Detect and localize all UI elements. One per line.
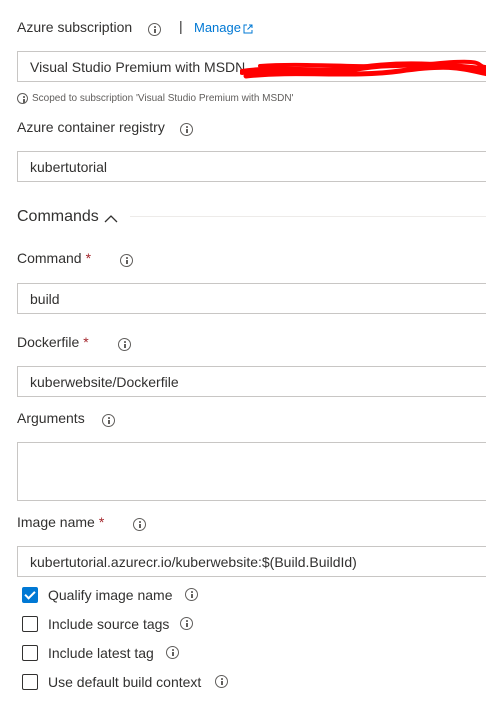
include-source-tags-info-icon[interactable] [180, 617, 193, 630]
image-name-input[interactable]: kubertutorial.azurecr.io/kuberwebsite:$(… [17, 546, 486, 577]
required-mark: * [98, 514, 105, 530]
arguments-label: Arguments [17, 410, 85, 426]
command-value: build [30, 291, 60, 307]
command-select[interactable]: build [17, 283, 486, 314]
subscription-select[interactable]: Visual Studio Premium with MSDN [17, 51, 486, 82]
command-label-text: Command [17, 250, 82, 266]
qualify-image-name-checkbox[interactable] [22, 587, 38, 603]
use-default-build-context-info-icon[interactable] [215, 675, 228, 688]
required-mark: * [83, 334, 89, 350]
include-latest-tag-info-icon[interactable] [166, 646, 179, 659]
qualify-image-name-info-icon[interactable] [185, 588, 198, 601]
use-default-build-context-checkbox[interactable] [22, 674, 38, 690]
registry-info-icon[interactable] [180, 123, 193, 136]
section-divider [130, 216, 486, 217]
chevron-up-icon[interactable] [104, 211, 118, 223]
scope-info-icon [17, 93, 28, 104]
redaction-mark [240, 59, 486, 79]
subscription-value: Visual Studio Premium with MSDN [30, 59, 246, 75]
registry-value: kubertutorial [30, 159, 108, 175]
external-link-icon[interactable] [243, 21, 253, 34]
registry-select[interactable]: kubertutorial [17, 151, 486, 182]
image-name-label-text: Image name [17, 514, 95, 530]
arguments-info-icon[interactable] [102, 414, 115, 427]
image-name-label: Image name * [17, 514, 104, 530]
registry-label: Azure container registry [17, 119, 165, 135]
image-name-value: kubertutorial.azurecr.io/kuberwebsite:$(… [30, 554, 357, 570]
required-mark: * [85, 250, 92, 266]
subscription-info-icon[interactable] [148, 23, 161, 36]
dockerfile-info-icon[interactable] [118, 338, 131, 351]
include-source-tags-checkbox[interactable] [22, 616, 38, 632]
include-source-tags-label[interactable]: Include source tags [48, 616, 169, 632]
include-latest-tag-checkbox[interactable] [22, 645, 38, 661]
command-label: Command * [17, 250, 91, 266]
command-info-icon[interactable] [120, 254, 133, 267]
dockerfile-input[interactable]: kuberwebsite/Dockerfile [17, 366, 486, 397]
commands-section-title[interactable]: Commands [17, 208, 99, 226]
scope-note: Scoped to subscription 'Visual Studio Pr… [32, 93, 294, 104]
image-name-info-icon[interactable] [133, 518, 146, 531]
manage-link[interactable]: Manage [194, 20, 241, 35]
subscription-label: Azure subscription [17, 19, 133, 35]
qualify-image-name-label[interactable]: Qualify image name [48, 587, 173, 603]
dockerfile-value: kuberwebsite/Dockerfile [30, 374, 179, 390]
include-latest-tag-label[interactable]: Include latest tag [48, 645, 154, 661]
arguments-textarea[interactable] [17, 442, 486, 501]
dockerfile-label-text: Dockerfile [17, 334, 80, 350]
separator: | [179, 18, 183, 34]
dockerfile-label: Dockerfile * [17, 334, 89, 350]
use-default-build-context-label[interactable]: Use default build context [48, 674, 201, 690]
